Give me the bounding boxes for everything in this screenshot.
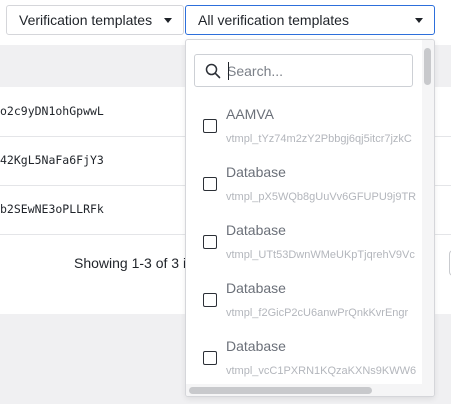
horizontal-scrollbar-thumb[interactable] xyxy=(189,387,372,394)
template-type-label: Verification templates xyxy=(19,12,153,28)
template-type-dropdown[interactable]: Verification templates xyxy=(6,5,184,35)
row-id: b2SEwNE3oPLLRFk xyxy=(0,202,104,216)
option-title: Database xyxy=(226,338,286,354)
option-id: vtmpl_f2GicP2cU6anwPrQnkKvrEngr xyxy=(226,307,409,319)
option-id: vtmpl_tYz74m2zY2Pbbgj6qj5itcr7jzkC xyxy=(226,133,412,145)
text-cursor xyxy=(228,62,229,80)
option-checkbox[interactable] xyxy=(203,293,217,307)
template-select-dropdown[interactable]: All verification templates xyxy=(185,5,435,35)
option-checkbox[interactable] xyxy=(203,235,217,249)
option-title: Database xyxy=(226,164,286,180)
option-id: vtmpl_pX5WQb8gUuVv6GFUPU9j9TR xyxy=(226,191,417,203)
row-id: o2c9yDN1ohGpwwL xyxy=(0,104,104,118)
option-title: AAMVA xyxy=(226,106,274,122)
template-option[interactable]: Database vtmpl_f2GicP2cU6anwPrQnkKvrEngr xyxy=(186,272,426,330)
search-input[interactable] xyxy=(227,61,407,81)
option-checkbox[interactable] xyxy=(203,177,217,191)
template-option[interactable]: Database vtmpl_vcC1PXRN1KQzaKXNs9KWW6 xyxy=(186,330,426,388)
option-checkbox[interactable] xyxy=(203,351,217,365)
search-field[interactable] xyxy=(194,54,413,87)
option-title: Database xyxy=(226,222,286,238)
vertical-scrollbar-track[interactable] xyxy=(422,40,434,386)
option-title: Database xyxy=(226,280,286,296)
option-checkbox[interactable] xyxy=(203,119,217,133)
template-option[interactable]: Database vtmpl_UTt53DwnWMeUKpTjqrehV9Vc xyxy=(186,214,426,272)
template-select-label: All verification templates xyxy=(198,12,349,28)
vertical-scrollbar-thumb[interactable] xyxy=(424,48,431,85)
template-dropdown-menu: AAMVA vtmpl_tYz74m2zY2Pbbgj6qj5itcr7jzkC… xyxy=(185,39,435,397)
template-option[interactable]: AAMVA vtmpl_tYz74m2zY2Pbbgj6qj5itcr7jzkC xyxy=(186,98,426,156)
caret-down-icon xyxy=(415,18,423,23)
pagination-summary: Showing 1-3 of 3 it xyxy=(74,255,190,271)
search-icon xyxy=(205,63,221,79)
option-id: vtmpl_vcC1PXRN1KQzaKXNs9KWW6 xyxy=(226,365,417,377)
option-id: vtmpl_UTt53DwnWMeUKpTjqrehV9Vc xyxy=(226,249,415,261)
row-id: 42KgL5NaFa6FjY3 xyxy=(0,153,104,167)
template-option[interactable]: Database vtmpl_pX5WQb8gUuVv6GFUPU9j9TR xyxy=(186,156,426,214)
caret-down-icon xyxy=(164,18,172,23)
